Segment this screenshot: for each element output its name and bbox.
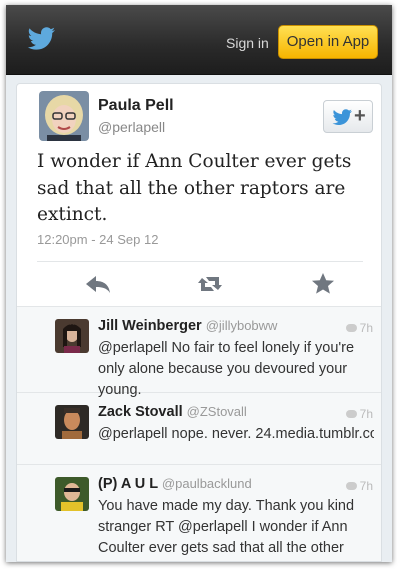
plus-icon: + <box>354 105 366 127</box>
reply-author[interactable]: Zack Stovall @ZStovall <box>98 404 247 420</box>
comment-bubble-icon <box>345 482 357 490</box>
reply-time[interactable]: 7h <box>345 321 373 335</box>
reply-icon[interactable] <box>83 269 113 299</box>
reply-time-text: 7h <box>359 321 373 335</box>
tweet-text: I wonder if Ann Coulter ever gets sad th… <box>37 151 352 225</box>
reply-author-handle[interactable]: @paulbacklund <box>162 476 252 491</box>
comment-bubble-icon <box>345 324 357 332</box>
follow-bird-plus-icon <box>332 109 352 126</box>
reply-item[interactable]: Jill Weinberger @jillybobww 7h @perlapel… <box>17 307 381 398</box>
avatar[interactable] <box>39 91 89 141</box>
reply-avatar[interactable] <box>55 477 89 511</box>
reply-time-text: 7h <box>359 407 373 421</box>
sign-in-link[interactable]: Sign in <box>226 35 269 51</box>
reply-author[interactable]: Jill Weinberger @jillybobww <box>98 318 277 334</box>
divider <box>37 261 363 262</box>
reply-item[interactable]: Zack Stovall @ZStovall 7h @perlapell nop… <box>17 393 381 465</box>
reply-author[interactable]: (P) A U L @paulbacklund <box>98 476 252 492</box>
retweet-icon[interactable] <box>195 269 225 299</box>
reply-author-name[interactable]: (P) A U L <box>98 476 158 492</box>
top-bar: Sign in Open in App <box>6 5 392 75</box>
reply-author-name[interactable]: Jill Weinberger <box>98 318 202 334</box>
author-name[interactable]: Paula Pell <box>98 97 174 115</box>
star-icon[interactable] <box>308 269 338 299</box>
reply-avatar[interactable] <box>55 405 89 439</box>
replies-list: Jill Weinberger @jillybobww 7h @perlapel… <box>17 306 381 561</box>
twitter-bird-icon[interactable] <box>26 27 56 51</box>
reply-author-handle[interactable]: @ZStovall <box>187 404 247 419</box>
reply-time[interactable]: 7h <box>345 407 373 421</box>
open-in-app-button[interactable]: Open in App <box>278 25 378 59</box>
follow-button[interactable]: + <box>323 100 373 133</box>
reply-text: @perlapell nope. never. 24.media.tumblr.… <box>98 426 374 442</box>
tweet-timestamp[interactable]: 12:20pm - 24 Sep 12 <box>37 232 158 247</box>
reply-item[interactable]: (P) A U L @paulbacklund 7h You have made… <box>17 465 381 561</box>
reply-author-name[interactable]: Zack Stovall <box>98 404 183 420</box>
reply-author-handle[interactable]: @jillybobww <box>206 318 278 333</box>
comment-bubble-icon <box>345 410 357 418</box>
reply-text: You have made my day. Thank you kind str… <box>98 498 355 556</box>
reply-time-text: 7h <box>359 479 373 493</box>
reply-text: @perlapell No fair to feel lonely if you… <box>98 340 355 398</box>
app-frame: Sign in Open in App Paula Pell @perlapel… <box>6 5 392 562</box>
reply-time[interactable]: 7h <box>345 479 373 493</box>
tweet-card: Paula Pell @perlapell + I wonder if Ann … <box>16 83 382 562</box>
reply-avatar[interactable] <box>55 319 89 353</box>
author-handle[interactable]: @perlapell <box>98 119 165 135</box>
tweet-actions <box>17 269 381 305</box>
